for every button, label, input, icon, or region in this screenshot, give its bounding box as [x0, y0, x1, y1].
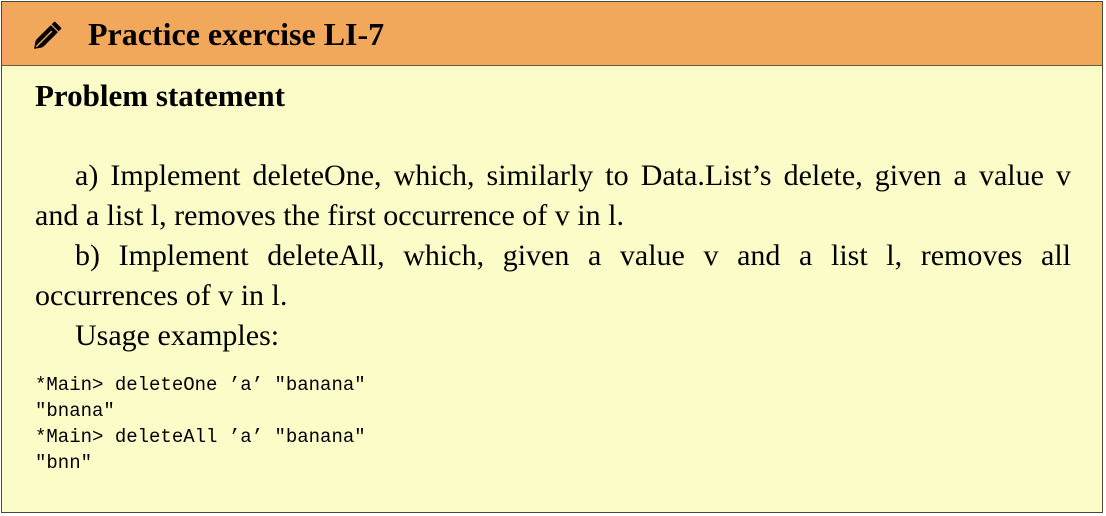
exercise-header: Practice exercise LI-7	[2, 2, 1102, 66]
code-line: *Main> deleteOne ’a’ "banana"	[35, 374, 366, 396]
problem-text: a) Implement deleteOne, which, similarly…	[35, 156, 1071, 356]
section-title: Problem statement	[35, 78, 285, 113]
exercise-title: Practice exercise LI-7	[88, 16, 385, 52]
code-line: "bnn"	[35, 452, 93, 474]
paragraph-a: a) Implement deleteOne, which, similarly…	[35, 159, 1071, 232]
code-example: *Main> deleteOne ’a’ "banana" "bnana" *Mai…	[35, 372, 366, 476]
exercise-box: Practice exercise LI-7 Problem statement…	[1, 1, 1103, 513]
paragraph-usage: Usage examples:	[75, 319, 280, 352]
code-line: "bnana"	[35, 400, 115, 422]
code-line: *Main> deleteAll ’a’ "banana"	[35, 426, 366, 448]
paragraph-b: b) Implement deleteAll, which, given a v…	[35, 239, 1071, 312]
pencil-icon	[32, 17, 66, 51]
